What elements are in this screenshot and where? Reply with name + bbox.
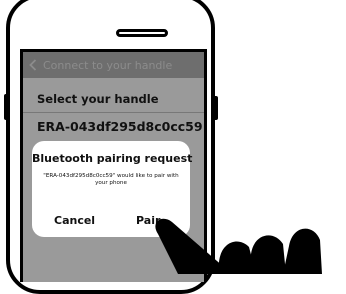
hand-illustration — [155, 218, 322, 274]
pairing-illustration: Connect to your handle Select your handl… — [0, 0, 346, 294]
